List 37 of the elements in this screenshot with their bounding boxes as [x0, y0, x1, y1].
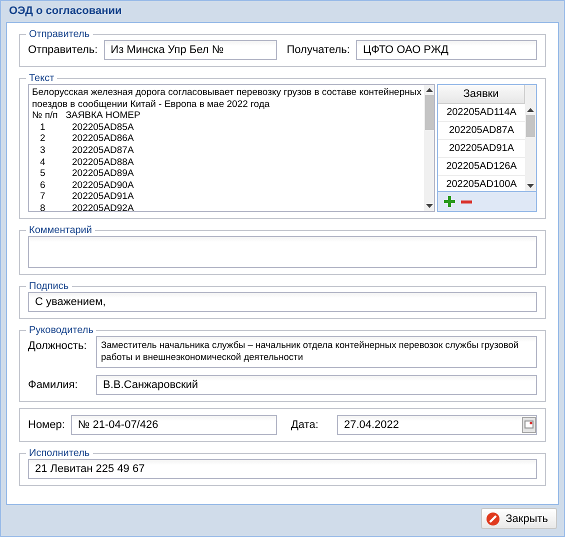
calendar-icon[interactable]: [522, 417, 536, 433]
scrollbar[interactable]: [424, 85, 434, 211]
scroll-down-icon[interactable]: [426, 204, 434, 208]
scroll-up-icon[interactable]: [426, 88, 434, 92]
remove-icon[interactable]: [461, 200, 472, 204]
field-label: Номер:: [28, 418, 65, 432]
position-field[interactable]: Заместитель начальника службы – начальник отдела контейнерных перевозок службы грузовой работы и внешнеэкономической деятельности: [96, 336, 537, 368]
group-legend: Отправитель: [26, 29, 93, 40]
group-legend: Подпись: [26, 281, 72, 292]
window-title: ОЭД о согласовании: [8, 4, 123, 19]
number-field[interactable]: № 21-04-07/426: [70, 415, 277, 435]
signature-field[interactable]: С уважением,: [28, 292, 537, 312]
surname-field[interactable]: В.В.Санжаровский: [96, 375, 537, 395]
executor-field[interactable]: 21 Левитан 225 49 67: [28, 459, 537, 479]
field-label: Должность:: [28, 339, 88, 352]
scroll-thumb[interactable]: [425, 95, 434, 130]
field-label: Отправитель:: [28, 44, 98, 56]
scroll-up-icon[interactable]: [527, 108, 534, 112]
field-label: Дата:: [290, 418, 320, 432]
sender-field[interactable]: Из Минска Упр Бел №: [104, 40, 277, 60]
recipient-field[interactable]: ЦФТО ОАО РЖД: [356, 40, 537, 60]
comment-field[interactable]: [28, 236, 537, 268]
field-label: Фамилия:: [28, 378, 79, 392]
no-entry-icon: [486, 512, 500, 526]
field-label: Получатель:: [286, 44, 350, 56]
column-header[interactable]: Заявки: [438, 85, 525, 104]
group-legend: Руководитель: [26, 325, 96, 336]
close-button[interactable]: Закрыть: [480, 508, 557, 529]
group-legend: Комментарий: [26, 225, 95, 236]
scroll-thumb[interactable]: [526, 115, 535, 137]
text-area[interactable]: Белорусская железная дорога согласовывает перевозку грузов в составе контейнерных поездов в сообщении Китай - Европа в мае 2022 года № п/п ЗАЯВКА НОМЕР 1 202205AD85A 2 202205AD86A 3 202205AD87A 4 202205AD88A 5 202205AD89A 6 202205AD90A 7 202205AD91A 8 202205AD92A: [28, 84, 435, 212]
scrollbar[interactable]: [525, 85, 536, 191]
scroll-down-icon[interactable]: [527, 184, 534, 188]
date-field[interactable]: 27.04.2022: [336, 415, 538, 435]
add-icon[interactable]: [444, 196, 455, 207]
group-legend: Текст: [26, 73, 58, 84]
group-legend: Исполнитель: [26, 448, 93, 459]
